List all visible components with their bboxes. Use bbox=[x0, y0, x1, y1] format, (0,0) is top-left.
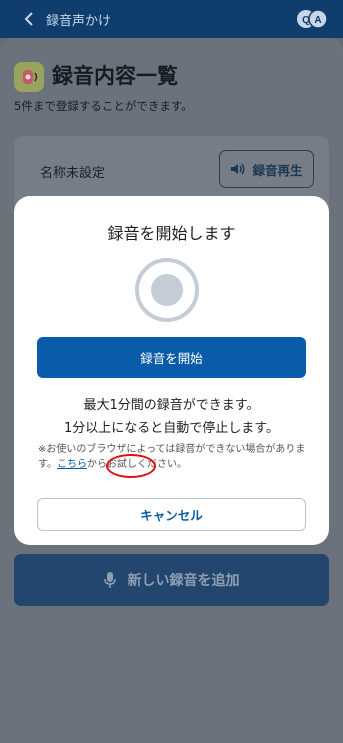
app-header: 録音声かけ Q A bbox=[0, 0, 343, 38]
add-recording-button[interactable]: 新しい録音を追加 bbox=[14, 554, 329, 606]
qa-q-letter: Q bbox=[302, 15, 310, 26]
dialog-title: 録音を開始します bbox=[107, 224, 236, 243]
cancel-button[interactable]: キャンセル bbox=[37, 498, 306, 531]
start-recording-button[interactable]: 録音を開始 bbox=[37, 337, 306, 378]
play-recording-label: 録音再生 bbox=[252, 162, 303, 178]
record-dot bbox=[151, 274, 183, 306]
speaker-icon bbox=[231, 163, 245, 175]
play-recording-button[interactable]: 録音再生 bbox=[219, 150, 314, 188]
chevron-left-icon bbox=[24, 12, 33, 26]
dialog-message-line2: 1分以上になると自動で停止します。 bbox=[64, 421, 279, 436]
recording-name: 名称未設定 bbox=[40, 166, 106, 181]
speaker-sound-icon bbox=[23, 70, 38, 84]
recorder-app-icon bbox=[14, 62, 44, 92]
highlight-circle bbox=[106, 454, 156, 478]
page-title: 録音内容一覧 bbox=[52, 64, 178, 88]
header-title: 録音声かけ bbox=[46, 13, 112, 29]
microphone-icon bbox=[103, 571, 116, 588]
qa-icon[interactable]: Q A bbox=[295, 8, 329, 30]
qa-a-letter: A bbox=[314, 15, 321, 26]
try-here-link[interactable]: こちら bbox=[57, 459, 87, 470]
start-recording-dialog: 録音を開始します 録音を開始 最大1分間の録音ができます。 1分以上になると自動… bbox=[14, 196, 329, 545]
dialog-message-line1: 最大1分間の録音ができます。 bbox=[83, 398, 260, 413]
add-recording-label: 新しい録音を追加 bbox=[127, 573, 240, 589]
record-indicator-icon bbox=[135, 258, 199, 322]
page-subtitle: 5件まで登録することができます。 bbox=[14, 99, 193, 113]
back-button[interactable] bbox=[14, 0, 44, 38]
browser-note: ※お使いのブラウザによっては録音ができない場合があります。こちらからお試しくださ… bbox=[38, 442, 308, 472]
